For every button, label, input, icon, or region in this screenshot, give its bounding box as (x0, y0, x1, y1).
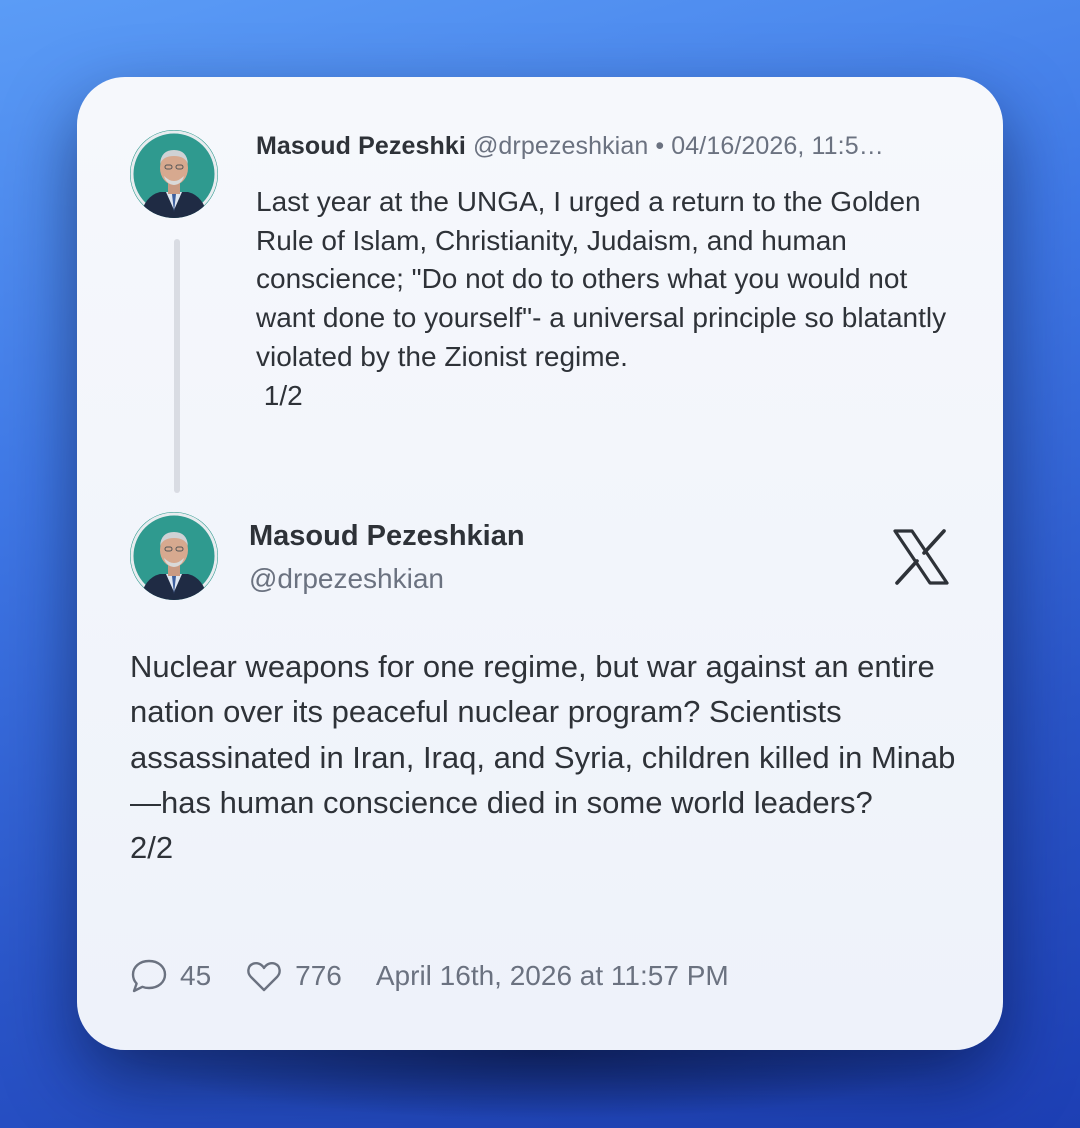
main-author-handle[interactable]: @drpezeshkian (249, 563, 444, 595)
thread-connector-line (174, 239, 180, 493)
main-tweet-text: Nuclear weapons for one regime, but war … (130, 649, 956, 866)
reply-author-name[interactable]: Masoud Pezeshki (256, 132, 466, 160)
reply-count: 45 (180, 960, 212, 991)
speech-bubble-icon[interactable] (130, 957, 168, 995)
reply-separator: • (655, 132, 665, 160)
avatar-photo-icon (130, 512, 218, 600)
avatar-photo-icon (130, 130, 218, 218)
tweet-footer: 45 776 April 16th, 2026 at 11:57 PM (130, 954, 729, 998)
reply-tweet-text: Last year at the UNGA, I urged a return … (256, 186, 947, 411)
tweet-card: Masoud Pezeshki @drpezeshkian • 04/16/20… (77, 77, 1003, 1050)
reply-date[interactable]: 04/16/2026, 11:5… (671, 132, 884, 160)
heart-icon[interactable] (245, 957, 283, 995)
main-author-name[interactable]: Masoud Pezeshkian (249, 520, 525, 553)
main-avatar[interactable] (130, 512, 218, 600)
reply-header: Masoud Pezeshki @drpezeshkian • 04/16/20… (256, 132, 956, 172)
reply-avatar[interactable] (130, 130, 218, 218)
reply-author-handle[interactable]: @drpezeshkian (473, 132, 648, 160)
like-count: 776 (295, 960, 342, 991)
tweet-timestamp[interactable]: April 16th, 2026 at 11:57 PM (376, 960, 729, 992)
x-logo-icon[interactable] (892, 528, 950, 586)
